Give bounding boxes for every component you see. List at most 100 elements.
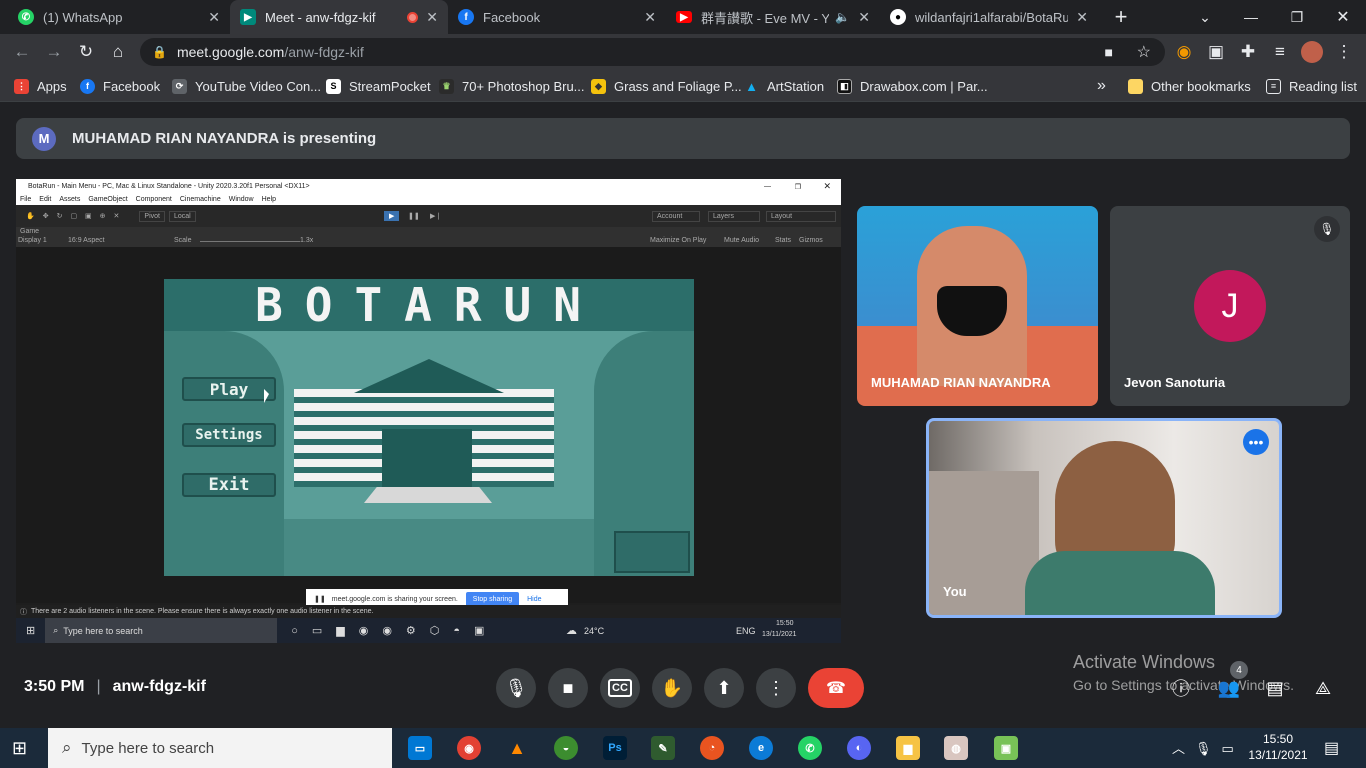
media-control-icon[interactable]: ≡ <box>1266 38 1294 66</box>
taskbar-time: 15:50 <box>1262 732 1294 746</box>
tray-icons[interactable]: ︿🎙▭ <box>1172 738 1244 757</box>
participant-name: Jevon Sanoturia <box>1124 375 1226 390</box>
taskbar-search-text: Type here to search <box>81 739 215 757</box>
present-button[interactable]: ⬆ <box>704 668 744 708</box>
close-tab-icon[interactable]: ✕ <box>426 9 438 26</box>
bookmark-facebook[interactable]: f Facebook <box>80 70 160 102</box>
tab-meet[interactable]: ▶ Meet - anw-fdgz-kif ✕ <box>230 0 448 34</box>
whatsapp-app-icon[interactable]: ✆ <box>798 736 822 760</box>
unity-layers: Layers <box>708 210 760 222</box>
minimize-button[interactable]: — <box>1228 0 1274 34</box>
more-options-icon[interactable]: ••• <box>1243 429 1269 455</box>
bookmark-youtube-video-con[interactable]: ⟳ YouTube Video Con... <box>172 70 321 102</box>
more-bookmarks-icon[interactable]: » <box>1097 70 1106 102</box>
shared-language: ENG <box>736 625 756 636</box>
restore-button[interactable]: ❐ <box>1274 0 1320 34</box>
close-tab-icon[interactable]: ✕ <box>1076 9 1088 26</box>
unity-step-icon: ▶❘ <box>430 213 442 220</box>
more-options-button[interactable]: ⋮ <box>756 668 796 708</box>
grass-app-icon[interactable]: ◒ <box>554 736 578 760</box>
file-explorer-app-icon[interactable]: ▭ <box>408 736 432 760</box>
bookmark-drawabox[interactable]: ◧ Drawabox.com | Par... <box>837 70 988 102</box>
people-button[interactable]: 👥 4 <box>1216 661 1248 701</box>
other-bookmarks[interactable]: Other bookmarks <box>1128 70 1251 102</box>
browser-toolbar: ← → ↻ ⌂ 🔒 meet.google.com /anw-fdgz-kif … <box>0 34 1366 70</box>
camera-icon[interactable]: ■ <box>1105 44 1113 60</box>
meeting-code[interactable]: anw-fdgz-kif <box>113 678 206 696</box>
participant-tile-jevon[interactable]: J 🎙 Jevon Sanoturia <box>1110 206 1350 406</box>
close-window-button[interactable]: ✕ <box>1320 0 1366 34</box>
taskbar-date: 13/11/2021 <box>1248 748 1308 762</box>
forward-icon[interactable]: → <box>40 38 68 66</box>
captions-button[interactable]: CC <box>600 668 640 708</box>
leave-call-button[interactable]: ☎ <box>808 668 864 708</box>
tab-youtube[interactable]: ▶ 群青讃歌 - Eve MV - You 🔈 ✕ <box>666 0 880 34</box>
game-settings-button: Settings <box>182 423 276 447</box>
android-app-icon[interactable]: ▣ <box>994 736 1018 760</box>
notifications-icon[interactable]: ▤ <box>1324 738 1339 758</box>
taskbar-clock[interactable]: 15:50 13/11/2021 <box>1242 731 1314 763</box>
bookmark-grass-foliage[interactable]: ◆ Grass and Foliage P... <box>591 70 742 102</box>
vlc-app-icon[interactable]: ▲ <box>505 736 529 760</box>
extension-2-icon[interactable]: ▣ <box>1202 38 1230 66</box>
folder-app-icon[interactable]: ▆ <box>896 736 920 760</box>
meeting-info: 3:50 PM | anw-fdgz-kif <box>24 678 206 696</box>
bookmark-streampocket[interactable]: S StreamPocket <box>326 70 431 102</box>
bookmark-photoshop-brushes[interactable]: ♛ 70+ Photoshop Bru... <box>439 70 585 102</box>
url-path: /anw-fdgz-kif <box>284 44 364 60</box>
back-icon[interactable]: ← <box>8 38 36 66</box>
bookmark-apps[interactable]: ⋮ Apps <box>14 70 67 102</box>
extension-1-icon[interactable]: ◉ <box>1170 38 1198 66</box>
bookmark-artstation[interactable]: ▲ ArtStation <box>744 70 824 102</box>
game-roof <box>354 359 504 393</box>
photoshop-app-icon[interactable]: Ps <box>603 736 627 760</box>
raise-hand-button[interactable]: ✋ <box>652 668 692 708</box>
close-tab-icon[interactable]: ✕ <box>644 9 656 26</box>
unity-transform-tools-icon: ✋✥↻▢▣⊕✕ <box>26 213 128 220</box>
reading-list[interactable]: ≡ Reading list <box>1266 70 1357 102</box>
shared-screen[interactable]: BotaRun - Main Menu - PC, Mac & Linux St… <box>16 179 841 643</box>
reload-icon[interactable]: ↻ <box>72 38 100 66</box>
activities-icon[interactable]: ⟁ <box>1310 675 1336 701</box>
tab-search-icon[interactable]: ⌄ <box>1182 0 1228 34</box>
participant-tile-presenter[interactable]: MUHAMAD RIAN NAYANDRA <box>857 206 1098 406</box>
url-host: meet.google.com <box>176 44 285 60</box>
profile-avatar[interactable] <box>1298 38 1326 66</box>
taskbar-search[interactable]: ⌕ Type here to search <box>48 728 392 768</box>
speaker-icon[interactable]: 🔈 <box>835 10 850 24</box>
meeting-details-icon[interactable]: ⓘ <box>1168 675 1194 701</box>
home-icon[interactable]: ⌂ <box>104 38 132 66</box>
tab-github[interactable]: ● wildanfajri1alfarabi/BotaRun ✕ <box>880 0 1098 34</box>
unity-status-text: There are 2 audio listeners in the scene… <box>31 608 374 615</box>
windows-start-icon[interactable]: ⊞ <box>12 738 27 759</box>
unity-menu-item: Edit <box>39 196 52 203</box>
tab-facebook[interactable]: f Facebook ✕ <box>448 0 666 34</box>
close-tab-icon[interactable]: ✕ <box>208 9 220 26</box>
bookmark-star-icon[interactable]: ☆ <box>1137 42 1151 62</box>
menu-icon[interactable]: ⋮ <box>1330 38 1358 66</box>
unity-title: BotaRun - Main Menu - PC, Mac & Linux St… <box>28 183 310 190</box>
discord-app-icon[interactable]: ◐ <box>847 736 871 760</box>
unity-minimize-icon: — <box>764 183 771 190</box>
chart-app-icon[interactable]: ✎ <box>651 736 675 760</box>
tab-whatsapp[interactable]: ✆ (1) WhatsApp ✕ <box>8 0 230 34</box>
microphone-button[interactable]: 🎙 <box>496 668 536 708</box>
bookmark-label: 70+ Photoshop Bru... <box>462 78 585 94</box>
chat-icon[interactable]: ▤ <box>1262 675 1288 701</box>
camera-button[interactable]: ■ <box>548 668 588 708</box>
ubuntu-app-icon[interactable]: ◔ <box>700 736 724 760</box>
address-bar[interactable]: 🔒 meet.google.com /anw-fdgz-kif ■ ☆ <box>140 38 1165 66</box>
apps-grid-icon: ⋮ <box>14 78 29 94</box>
folder-icon <box>1128 78 1143 94</box>
presenting-banner: M MUHAMAD RIAN NAYANDRA is presenting <box>16 118 1350 159</box>
windows-taskbar: ⊞ ⌕ Type here to search ▭ ◉ ▲ ◒ Ps ✎ ◔ e… <box>0 728 1366 768</box>
anime-app-icon[interactable]: ◍ <box>944 736 968 760</box>
unity-display: Display 1 <box>18 237 47 244</box>
edge-app-icon[interactable]: e <box>749 736 773 760</box>
close-tab-icon[interactable]: ✕ <box>858 9 870 26</box>
participant-tile-self[interactable]: ••• You <box>926 418 1282 618</box>
chrome-app-icon[interactable]: ◉ <box>457 736 481 760</box>
extensions-icon[interactable]: ✚ <box>1234 38 1262 66</box>
drawabox-icon: ◧ <box>837 78 852 94</box>
new-tab-button[interactable]: + <box>1098 0 1144 34</box>
